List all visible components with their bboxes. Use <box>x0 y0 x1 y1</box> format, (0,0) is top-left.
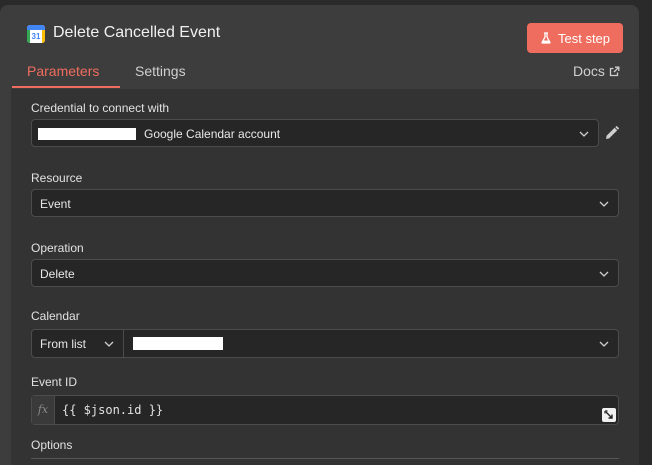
active-tab-indicator <box>12 86 120 88</box>
chevron-down-icon <box>599 271 609 277</box>
redacted-calendar-name <box>133 337 223 350</box>
calendar-list-select[interactable] <box>123 329 619 358</box>
operation-label: Operation <box>31 241 84 255</box>
docs-link[interactable]: Docs <box>573 63 620 79</box>
credential-select[interactable]: Google Calendar account <box>31 119 599 147</box>
chevron-down-icon <box>104 341 114 347</box>
resource-select[interactable]: Event <box>31 189 619 217</box>
google-calendar-icon: 31 <box>27 25 45 43</box>
tab-parameters[interactable]: Parameters <box>27 63 99 79</box>
credential-label: Credential to connect with <box>31 101 170 115</box>
redacted-credential-name <box>38 128 136 140</box>
tab-bar: Parameters Settings Docs <box>0 60 639 88</box>
calendar-label: Calendar <box>31 309 80 323</box>
chevron-down-icon <box>599 341 609 347</box>
event-id-expression-input[interactable]: fx {{ $json.id }} <box>31 395 619 425</box>
credential-value: Google Calendar account <box>144 127 281 141</box>
panel-header: 31 Delete Cancelled Event Test step Para… <box>0 5 639 88</box>
options-label: Options <box>31 438 73 452</box>
expand-editor-icon[interactable] <box>602 408 616 422</box>
calendar-mode-select[interactable]: From list <box>31 329 124 358</box>
resource-label: Resource <box>31 171 83 185</box>
tab-settings[interactable]: Settings <box>135 63 186 79</box>
chevron-down-icon <box>599 201 609 207</box>
test-step-button[interactable]: Test step <box>527 23 623 53</box>
flask-icon <box>541 32 551 44</box>
calendar-mode-value: From list <box>40 337 86 351</box>
options-divider <box>31 458 619 459</box>
event-id-expression[interactable]: {{ $json.id }} <box>62 403 163 417</box>
docs-label: Docs <box>573 63 605 79</box>
test-step-label: Test step <box>557 30 611 46</box>
edit-credential-icon[interactable] <box>604 125 620 141</box>
operation-value: Delete <box>40 267 75 281</box>
chevron-down-icon <box>579 131 589 137</box>
resource-value: Event <box>40 197 71 211</box>
fx-icon: fx <box>32 396 55 424</box>
external-link-icon <box>609 66 620 76</box>
operation-select[interactable]: Delete <box>31 259 619 287</box>
node-title[interactable]: Delete Cancelled Event <box>53 24 220 42</box>
node-panel: 31 Delete Cancelled Event Test step Para… <box>0 5 639 465</box>
event-id-label: Event ID <box>31 375 78 389</box>
parameters-content: Credential to connect with Google Calend… <box>11 89 639 465</box>
